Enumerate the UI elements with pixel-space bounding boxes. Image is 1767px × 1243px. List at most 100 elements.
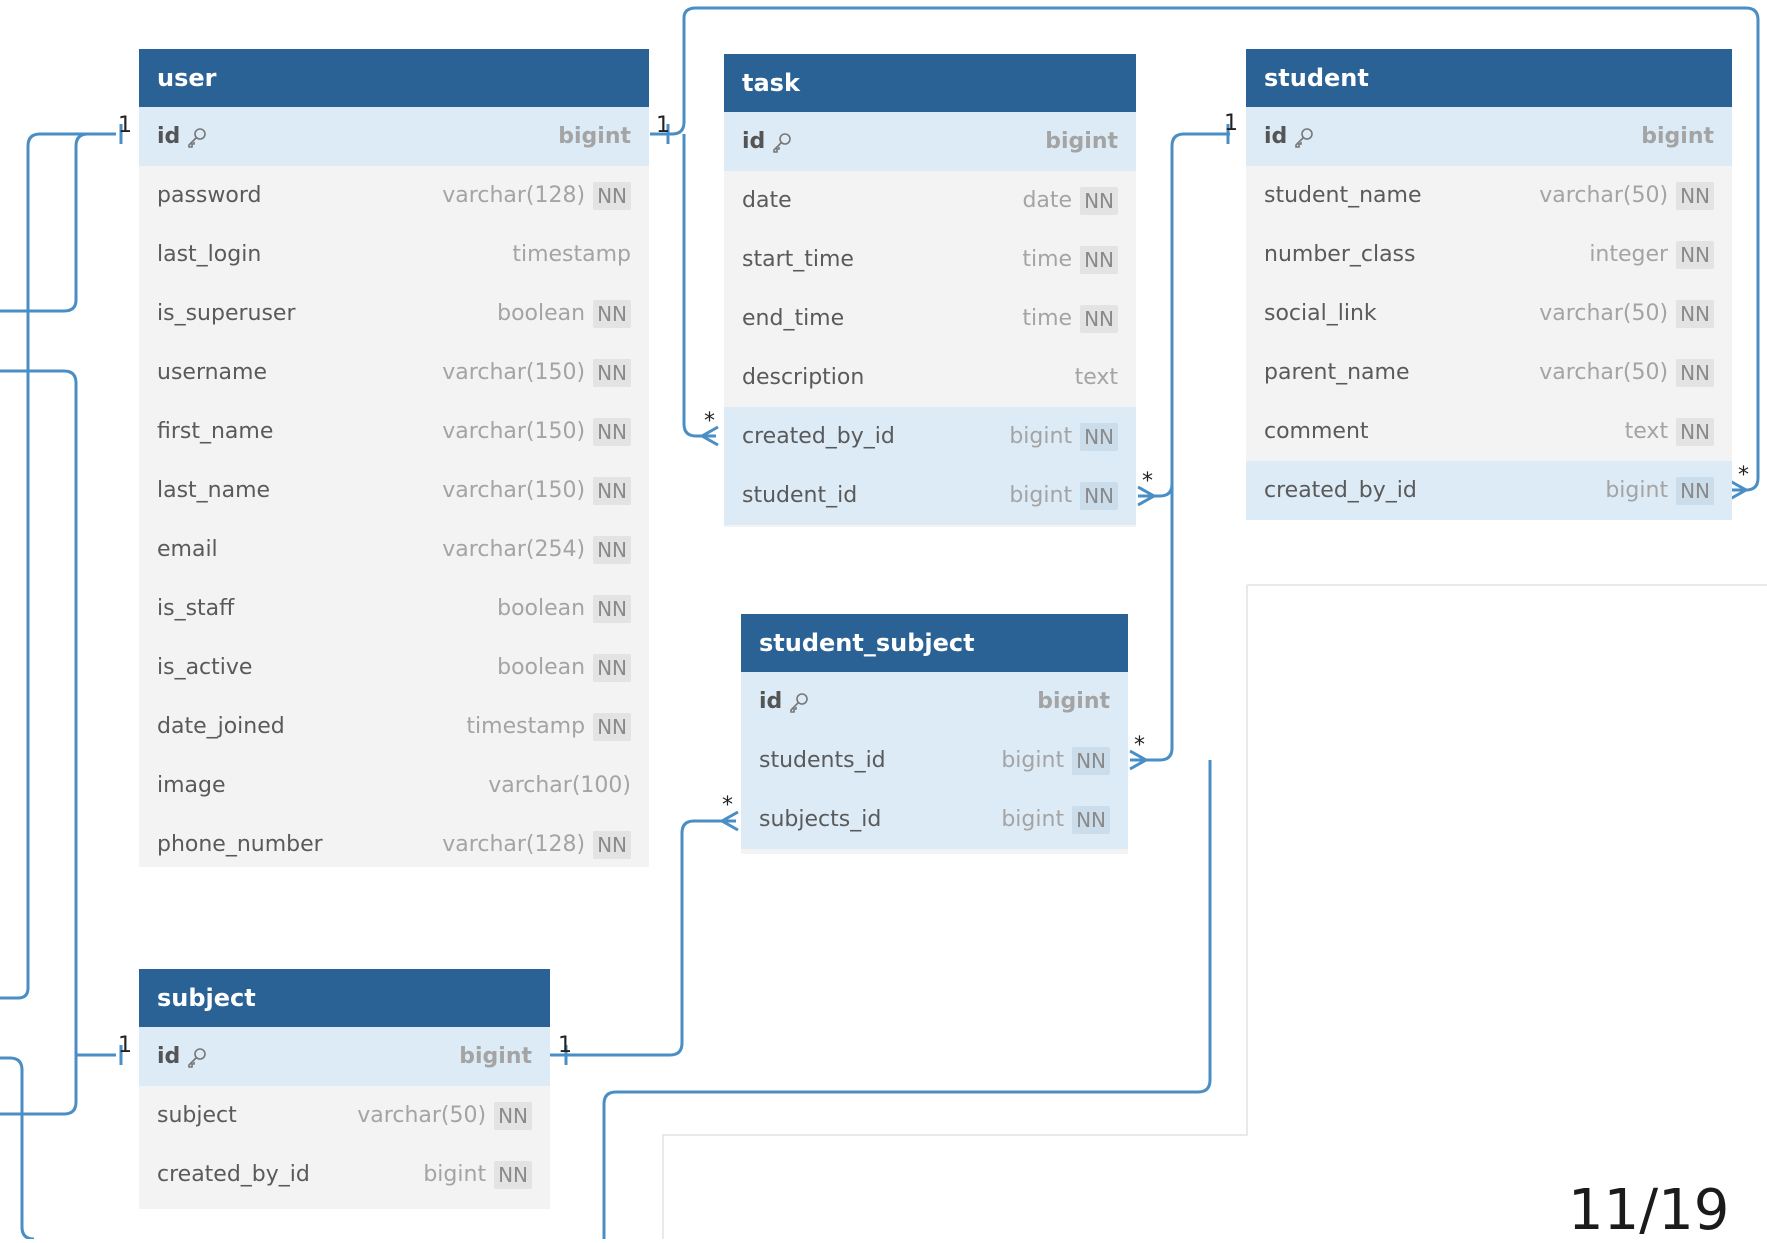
table-task[interactable]: task id bigint date date NN start_time time NN en…: [724, 54, 1136, 527]
table-row[interactable]: number_class integer NN: [1246, 225, 1732, 284]
table-row[interactable]: date_joined timestamp NN: [139, 697, 649, 756]
not-null-badge: NN: [1080, 304, 1118, 333]
not-null-badge: NN: [593, 358, 631, 387]
table-row[interactable]: first_name varchar(150) NN: [139, 402, 649, 461]
column-name: last_login: [157, 242, 262, 267]
not-null-badge: NN: [1080, 481, 1118, 510]
table-row[interactable]: email varchar(254) NN: [139, 520, 649, 579]
column-type: varchar(150): [442, 419, 586, 444]
table-row[interactable]: last_name varchar(150) NN: [139, 461, 649, 520]
table-row[interactable]: last_login timestamp: [139, 225, 649, 284]
table-row[interactable]: password varchar(128) NN: [139, 166, 649, 225]
column-type: bigint: [1009, 424, 1073, 449]
not-null-badge: NN: [593, 594, 631, 623]
column-type: varchar(150): [442, 478, 586, 503]
table-row[interactable]: created_by_id bigint NN: [1246, 461, 1732, 520]
column-name: image: [157, 773, 226, 798]
not-null-badge: NN: [1676, 181, 1714, 210]
table-row[interactable]: is_staff boolean NN: [139, 579, 649, 638]
table-user[interactable]: user id bigint password varchar(128) NN last_l…: [139, 49, 649, 867]
column-type: text: [1074, 365, 1118, 390]
not-null-badge: NN: [494, 1101, 532, 1130]
column-type: bigint: [459, 1044, 532, 1069]
column-name: student_id: [742, 483, 858, 508]
key-icon: [790, 693, 809, 713]
not-null-badge: NN: [593, 653, 631, 682]
column-name: username: [157, 360, 267, 385]
table-row[interactable]: description text: [724, 348, 1136, 407]
column-name: last_name: [157, 478, 271, 503]
column-name: parent_name: [1264, 360, 1410, 385]
table-row[interactable]: student_name varchar(50) NN: [1246, 166, 1732, 225]
column-type: varchar(50): [1539, 183, 1669, 208]
table-row[interactable]: phone_number varchar(128) NN: [139, 815, 649, 874]
not-null-badge: NN: [1676, 417, 1714, 446]
column-type: varchar(50): [1539, 360, 1669, 385]
table-row[interactable]: parent_name varchar(50) NN: [1246, 343, 1732, 402]
card-one-subject: 1: [118, 1033, 132, 1058]
key-icon: [188, 1048, 207, 1068]
column-name: phone_number: [157, 832, 323, 857]
table-row[interactable]: username varchar(150) NN: [139, 343, 649, 402]
connector-student-to-student-subject: [1130, 484, 1174, 762]
table-row[interactable]: comment text NN: [1246, 402, 1732, 461]
key-icon: [1295, 128, 1314, 148]
table-row[interactable]: image varchar(100): [139, 756, 649, 815]
table-row[interactable]: student_id bigint NN: [724, 466, 1136, 525]
table-subject[interactable]: subject id bigint subject varchar(50) NN creat…: [139, 969, 550, 1209]
table-row[interactable]: created_by_id bigint NN: [724, 407, 1136, 466]
table-row[interactable]: created_by_id bigint NN: [139, 1145, 550, 1204]
column-name: first_name: [157, 419, 274, 444]
column-name: id: [759, 689, 783, 714]
not-null-badge: NN: [593, 299, 631, 328]
column-name: is_staff: [157, 596, 235, 621]
key-icon: [773, 133, 792, 153]
table-row[interactable]: subjects_id bigint NN: [741, 790, 1128, 849]
table-row-pk[interactable]: id bigint: [139, 1027, 550, 1086]
column-name: subject: [157, 1103, 237, 1128]
column-type: boolean: [497, 301, 586, 326]
column-name: description: [742, 365, 865, 390]
column-type: boolean: [497, 596, 586, 621]
column-name: subjects_id: [759, 807, 882, 832]
card-many-ss-subjects: *: [722, 793, 733, 818]
not-null-badge: NN: [593, 535, 631, 564]
column-type: varchar(128): [442, 832, 586, 857]
column-type: date: [1022, 188, 1073, 213]
table-student[interactable]: student id bigint student_name varchar(50) NN…: [1246, 49, 1732, 520]
card-one-user-task: 1: [656, 113, 670, 138]
column-name: start_time: [742, 247, 854, 272]
connector-user-to-left: [0, 132, 116, 313]
column-name: number_class: [1264, 242, 1416, 267]
card-many-ss-students: *: [1134, 733, 1145, 758]
column-type: timestamp: [466, 714, 586, 739]
column-name: created_by_id: [157, 1162, 310, 1187]
table-row-pk[interactable]: id bigint: [724, 112, 1136, 171]
column-name: password: [157, 183, 262, 208]
table-row[interactable]: social_link varchar(50) NN: [1246, 284, 1732, 343]
table-row[interactable]: subject varchar(50) NN: [139, 1086, 550, 1145]
table-row[interactable]: start_time time NN: [724, 230, 1136, 289]
table-row[interactable]: end_time time NN: [724, 289, 1136, 348]
table-row[interactable]: date date NN: [724, 171, 1136, 230]
column-type: bigint: [1605, 478, 1669, 503]
table-row-pk[interactable]: id bigint: [741, 672, 1128, 731]
column-name: date: [742, 188, 792, 213]
table-student-subject[interactable]: student_subject id bigint students_id bigint…: [741, 614, 1128, 854]
table-row[interactable]: is_superuser boolean NN: [139, 284, 649, 343]
column-name: comment: [1264, 419, 1369, 444]
column-name: email: [157, 537, 218, 562]
table-row[interactable]: is_active boolean NN: [139, 638, 649, 697]
table-row-pk[interactable]: id bigint: [1246, 107, 1732, 166]
column-name: created_by_id: [742, 424, 895, 449]
table-row-pk[interactable]: id bigint: [139, 107, 649, 166]
column-name: id: [157, 1044, 181, 1069]
column-name: id: [742, 129, 766, 154]
column-type: boolean: [497, 655, 586, 680]
table-row[interactable]: students_id bigint NN: [741, 731, 1128, 790]
not-null-badge: NN: [1072, 805, 1110, 834]
column-type: varchar(50): [1539, 301, 1669, 326]
card-many-task-student: *: [1142, 469, 1153, 494]
not-null-badge: NN: [593, 476, 631, 505]
column-type: bigint: [1037, 689, 1110, 714]
